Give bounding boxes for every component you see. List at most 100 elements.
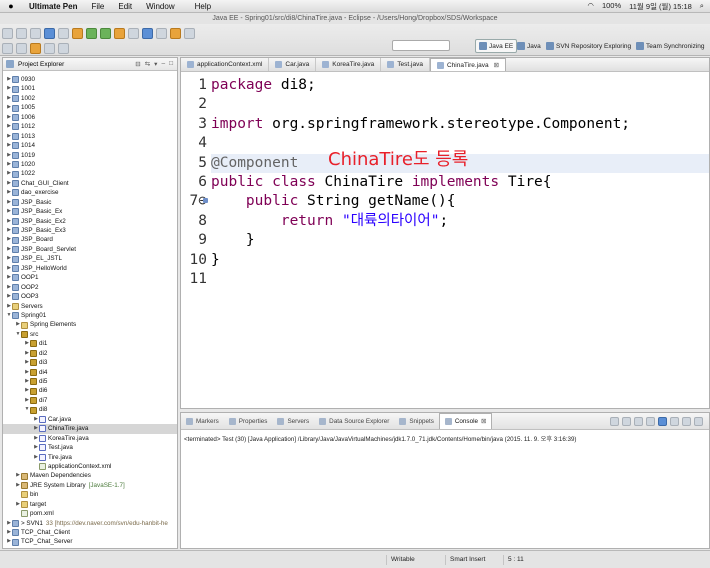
collapse-all-icon[interactable]: ⊟ bbox=[135, 60, 140, 68]
tree-node[interactable]: ▶ Car.java bbox=[3, 415, 177, 424]
tree-node[interactable]: ▶ JSP_Board bbox=[3, 235, 177, 244]
code-line[interactable]: 3 import org.springframework.stereotype.C… bbox=[198, 115, 709, 134]
maximize-icon[interactable]: □ bbox=[169, 60, 173, 68]
tree-node[interactable]: ▶ Servers bbox=[3, 302, 177, 311]
tree-node[interactable]: ▶ JSP_Basic_Ex2 bbox=[3, 217, 177, 226]
tree-node[interactable]: ▶ JSP_Basic_Ex3 bbox=[3, 226, 177, 235]
code-area[interactable]: 1 package di8; 2 3 import org.springframewor… bbox=[190, 76, 709, 289]
tree-node[interactable]: ▶ 0930 bbox=[3, 75, 177, 84]
apple-icon[interactable]: ● bbox=[0, 1, 22, 11]
code-line[interactable]: 7⊖ public String getName(){ bbox=[190, 192, 709, 211]
tree-node[interactable]: ▶ dao_exercise bbox=[3, 188, 177, 197]
tree-node[interactable]: ▼ src bbox=[3, 330, 177, 339]
editor-tab[interactable]: ChinaTire.java ⊠ bbox=[429, 58, 507, 71]
tree-node[interactable]: ▶ OOP1 bbox=[3, 273, 177, 282]
minimize-icon[interactable]: – bbox=[161, 60, 165, 68]
editor-tab[interactable]: Test.java bbox=[381, 58, 430, 71]
tree-node[interactable]: ▶ JSP_Basic_Ex bbox=[3, 207, 177, 216]
tree-node[interactable]: ▶ Maven Dependencies bbox=[3, 471, 177, 480]
tree-node[interactable]: ▶ OOP2 bbox=[3, 283, 177, 292]
code-line[interactable]: 8 return "대륙의타이어"; bbox=[198, 212, 709, 231]
tree-node[interactable]: ▶ TCP_Chat_Client bbox=[3, 528, 177, 537]
tree-node[interactable]: applicationContext.xml bbox=[3, 462, 177, 471]
new-package-icon[interactable] bbox=[142, 27, 153, 39]
search-icon[interactable]: ⌕ bbox=[700, 1, 704, 12]
tree-node[interactable]: ▶ di4 bbox=[3, 368, 177, 377]
code-line[interactable]: 2 bbox=[198, 95, 709, 114]
external-tools-icon[interactable] bbox=[114, 27, 125, 39]
editor-tab[interactable]: applicationContext.xml bbox=[181, 58, 270, 71]
close-tab-icon[interactable]: ⊠ bbox=[481, 418, 486, 425]
display-console-icon[interactable] bbox=[670, 416, 679, 426]
tree-node[interactable]: ▼ di8 bbox=[3, 405, 177, 414]
tree-node[interactable]: ▶ Spring Elements bbox=[3, 320, 177, 329]
tree-node[interactable]: ▶ 1002 bbox=[3, 94, 177, 103]
tree-node[interactable]: ▶ 1020 bbox=[3, 160, 177, 169]
console-tab[interactable]: Properties bbox=[224, 413, 273, 429]
tree-node[interactable]: ▶ 1012 bbox=[3, 122, 177, 131]
tree-node[interactable]: pom.xml bbox=[3, 509, 177, 518]
clock[interactable]: 11월 9일 (월) 15:18 bbox=[629, 1, 692, 12]
code-line[interactable]: 6 public class ChinaTire implements Tire{ bbox=[198, 173, 709, 192]
minimize-console-icon[interactable] bbox=[694, 416, 703, 426]
battery-level[interactable]: 100% bbox=[602, 1, 621, 12]
new-java-project-icon[interactable] bbox=[128, 27, 139, 39]
tree-node[interactable]: ▶ di7 bbox=[3, 396, 177, 405]
new-class-icon[interactable] bbox=[156, 27, 167, 39]
print-icon[interactable] bbox=[30, 27, 41, 39]
menu-window[interactable]: Window bbox=[139, 2, 181, 11]
tree-node[interactable]: ▶ 1001 bbox=[3, 84, 177, 93]
code-line[interactable]: 11 bbox=[190, 270, 709, 289]
quick-access-input[interactable] bbox=[392, 40, 450, 51]
tree-node[interactable]: ▶ target bbox=[3, 500, 177, 509]
perspective-java[interactable]: Java bbox=[514, 39, 544, 53]
tree-node[interactable]: ▶ > SVN1 33 [https://dev.naver.com/svn/edu… bbox=[3, 519, 177, 528]
tree-node[interactable]: ▶ Tire.java bbox=[3, 453, 177, 462]
perspective-svn[interactable]: SVN Repository Exploring bbox=[543, 39, 634, 53]
web-service-icon[interactable] bbox=[72, 27, 83, 39]
tree-node[interactable]: ▶ JSP_Basic bbox=[3, 198, 177, 207]
tree-node[interactable]: ▶ TCP_Chat_Server bbox=[3, 537, 177, 546]
perspective-java-ee[interactable]: Java EE bbox=[475, 39, 518, 53]
console-tab[interactable]: Console ⊠ bbox=[438, 413, 493, 429]
code-line[interactable]: 1 package di8; bbox=[198, 76, 709, 95]
nav-back-icon[interactable] bbox=[2, 42, 13, 54]
editor-tab[interactable]: KoreaTire.java bbox=[316, 58, 382, 71]
close-tab-icon[interactable]: ⊠ bbox=[494, 61, 499, 69]
open-type-icon[interactable] bbox=[170, 27, 181, 39]
tree-node[interactable]: ▶ 1006 bbox=[3, 113, 177, 122]
save-icon[interactable] bbox=[16, 27, 27, 39]
editor-tab[interactable]: Car.java bbox=[269, 58, 317, 71]
tree-node[interactable]: ▼ Spring01 bbox=[3, 311, 177, 320]
next-annotation-icon[interactable] bbox=[44, 42, 55, 54]
new-icon[interactable] bbox=[2, 27, 13, 39]
tree-node[interactable]: ▶ di2 bbox=[3, 349, 177, 358]
link-editor-icon[interactable]: ⇆ bbox=[145, 60, 150, 68]
tree-node[interactable]: ▶ di1 bbox=[3, 339, 177, 348]
wifi-icon[interactable]: ◠ bbox=[587, 1, 594, 12]
project-explorer-tab[interactable]: Project Explorer ⊟ ⇆ ▾ – □ bbox=[3, 58, 177, 71]
tree-node[interactable]: ▶ JRE System Library [JavaSE-1.7] bbox=[3, 481, 177, 490]
tree-node[interactable]: ▶ 1019 bbox=[3, 151, 177, 160]
tree-node[interactable]: ▶ 1005 bbox=[3, 103, 177, 112]
run-icon[interactable] bbox=[100, 27, 111, 39]
tree-node[interactable]: ▶ JSP_Board_Servlet bbox=[3, 245, 177, 254]
pin-console-icon[interactable] bbox=[658, 416, 667, 426]
clear-console-icon[interactable] bbox=[634, 416, 643, 426]
tree-node[interactable]: ▶ KoreaTire.java bbox=[3, 434, 177, 443]
tree-node[interactable]: ▶ JSP_HelloWorld bbox=[3, 264, 177, 273]
tree-node[interactable]: ▶ 1014 bbox=[3, 141, 177, 150]
nav-forward-icon[interactable] bbox=[16, 42, 27, 54]
app-menu[interactable]: Ultimate Pen bbox=[22, 2, 84, 11]
tree-node[interactable]: ▶ 1013 bbox=[3, 132, 177, 141]
remove-launch-icon[interactable] bbox=[622, 416, 631, 426]
terminate-icon[interactable] bbox=[610, 416, 619, 426]
console-tab[interactable]: Markers bbox=[181, 413, 224, 429]
search-tool-icon[interactable] bbox=[184, 27, 195, 39]
scroll-lock-icon[interactable] bbox=[646, 416, 655, 426]
prev-annotation-icon[interactable] bbox=[58, 42, 69, 54]
perspective-team-sync[interactable]: Team Synchronizing bbox=[633, 39, 708, 53]
view-menu-icon[interactable]: ▾ bbox=[154, 60, 157, 68]
open-console-icon[interactable] bbox=[682, 416, 691, 426]
debug-icon[interactable] bbox=[86, 27, 97, 39]
